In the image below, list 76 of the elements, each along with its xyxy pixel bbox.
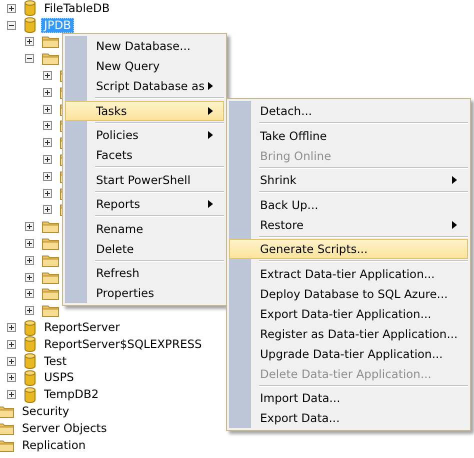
- expand-icon[interactable]: [25, 256, 34, 265]
- menu-item[interactable]: Deploy Database to SQL Azure...: [229, 284, 468, 304]
- folder-icon: [42, 254, 59, 267]
- expand-icon[interactable]: [43, 121, 52, 130]
- database-icon: [24, 336, 36, 352]
- tree-node-label[interactable]: ReportServer: [41, 320, 123, 336]
- menu-item[interactable]: New Query: [65, 56, 224, 76]
- folder-icon: [0, 422, 14, 435]
- menu-item[interactable]: Rename: [65, 218, 224, 238]
- expand-icon[interactable]: [25, 37, 34, 46]
- folder-icon: [42, 52, 59, 66]
- tree-node-label[interactable]: FileTableDB: [41, 0, 113, 16]
- tree-node-label[interactable]: USPS: [41, 370, 77, 386]
- collapse-icon[interactable]: [25, 54, 34, 64]
- expand-icon[interactable]: [25, 289, 34, 298]
- tree-node-label[interactable]: Server Objects: [19, 420, 110, 436]
- menu-item[interactable]: New Database...: [65, 36, 224, 56]
- menu-item[interactable]: Extract Data-tier Application...: [229, 264, 468, 284]
- expand-icon[interactable]: [7, 323, 16, 332]
- database-icon: [24, 17, 36, 34]
- expand-icon[interactable]: [43, 205, 52, 214]
- database-icon: [24, 320, 36, 336]
- expand-icon[interactable]: [7, 356, 16, 366]
- folder-icon: [0, 438, 14, 452]
- tree-node-label[interactable]: TempDB2: [41, 387, 102, 402]
- expand-icon[interactable]: [43, 188, 52, 198]
- expand-icon[interactable]: [7, 4, 16, 13]
- expand-icon[interactable]: [25, 272, 34, 282]
- tree-node-label[interactable]: Security: [19, 404, 72, 420]
- database-icon: [24, 0, 36, 16]
- menu-item[interactable]: Take Offline: [229, 126, 468, 146]
- menu-item[interactable]: Import Data...: [229, 388, 468, 408]
- database-icon: [24, 386, 36, 403]
- menu-item[interactable]: Restore: [229, 214, 468, 234]
- expand-icon[interactable]: [25, 222, 34, 232]
- menu-item[interactable]: Register as Data-tier Application...: [229, 324, 468, 344]
- expand-icon[interactable]: [7, 390, 16, 400]
- folder-icon: [42, 220, 59, 234]
- menu-item[interactable]: Upgrade Data-tier Application...: [229, 344, 468, 364]
- menu-item[interactable]: Generate Scripts...: [229, 239, 468, 259]
- folder-icon: [0, 405, 14, 418]
- tree-node-label[interactable]: Replication: [19, 438, 89, 453]
- folder-icon: [42, 35, 59, 48]
- expand-icon[interactable]: [25, 306, 34, 316]
- tree-node-label[interactable]: ReportServer$SQLEXPRESS: [41, 336, 205, 352]
- folder-icon: [42, 304, 59, 318]
- expand-icon[interactable]: [43, 88, 52, 97]
- menu-item[interactable]: Back Up...: [229, 194, 468, 214]
- expand-icon[interactable]: [25, 239, 34, 248]
- expand-icon[interactable]: [43, 71, 52, 80]
- menu-item[interactable]: Tasks: [65, 100, 224, 120]
- expand-icon[interactable]: [7, 340, 16, 349]
- menu-item[interactable]: Export Data-tier Application...: [229, 304, 468, 324]
- expand-icon[interactable]: [43, 104, 52, 114]
- menu-item[interactable]: Reports: [65, 194, 224, 214]
- folder-icon: [42, 237, 59, 250]
- database-icon: [24, 370, 36, 386]
- menu-item[interactable]: Export Data...: [229, 408, 468, 428]
- tree-node-label[interactable]: Test: [41, 354, 70, 369]
- collapse-icon[interactable]: [7, 20, 16, 30]
- menu-item[interactable]: Refresh: [65, 263, 224, 283]
- menu-item[interactable]: Facets: [65, 145, 224, 165]
- menu-item[interactable]: Properties: [65, 283, 224, 303]
- menu-item[interactable]: Delete: [65, 238, 224, 258]
- menu-item[interactable]: Detach...: [229, 101, 468, 121]
- expand-icon[interactable]: [43, 172, 52, 181]
- menu-item[interactable]: Shrink: [229, 170, 468, 190]
- expand-icon[interactable]: [7, 373, 16, 382]
- menu-item[interactable]: Start PowerShell: [65, 170, 224, 190]
- database-icon: [24, 353, 36, 370]
- folder-icon: [42, 287, 59, 300]
- folder-icon: [42, 270, 59, 284]
- menu-item[interactable]: Policies: [65, 125, 224, 145]
- expand-icon[interactable]: [43, 138, 52, 148]
- menu-item[interactable]: Script Database as: [65, 76, 224, 96]
- expand-icon[interactable]: [43, 155, 52, 164]
